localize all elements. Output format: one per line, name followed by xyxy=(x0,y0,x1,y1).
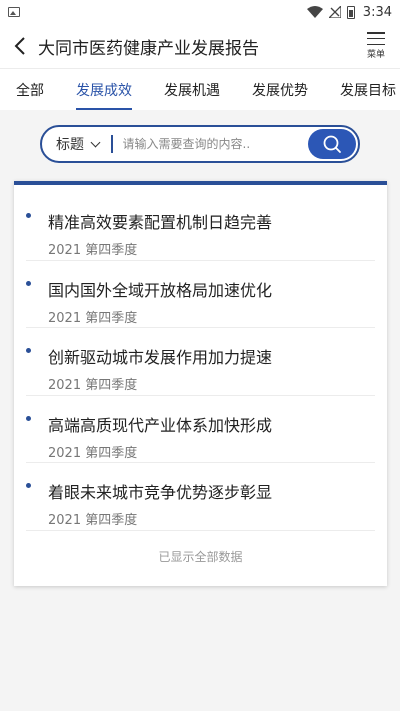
category-tabs: 全部 发展成效 发展机遇 发展优势 发展目标 xyxy=(0,68,400,110)
search-input[interactable] xyxy=(112,136,305,152)
list-item[interactable]: 国内国外全域开放格局加速优化 2021 第四季度 xyxy=(26,261,375,328)
search-icon xyxy=(323,135,341,153)
tab-achievements[interactable]: 发展成效 xyxy=(76,69,132,110)
status-left xyxy=(8,7,20,17)
tab-advantages[interactable]: 发展优势 xyxy=(252,69,308,110)
status-bar: 3:34 xyxy=(0,0,400,24)
menu-button[interactable]: 菜单 xyxy=(356,24,396,68)
tab-goals[interactable]: 发展目标 xyxy=(340,69,396,110)
wifi-icon xyxy=(306,6,323,18)
list-item-date: 2021 第四季度 xyxy=(48,243,138,258)
bullet-dot xyxy=(26,483,31,488)
status-right: 3:34 xyxy=(306,4,392,20)
tab-opportunities[interactable]: 发展机遇 xyxy=(164,69,220,110)
search-button[interactable] xyxy=(308,129,356,159)
search-bar: 标题 xyxy=(40,125,360,163)
search-field-label: 标题 xyxy=(56,137,84,153)
list-item-date: 2021 第四季度 xyxy=(48,310,138,326)
tab-all[interactable]: 全部 xyxy=(16,69,44,110)
status-time: 3:34 xyxy=(362,4,392,20)
chevron-down-icon xyxy=(90,137,101,147)
list-item[interactable]: 高端高质现代产业体系加快形成 2021 第四季度 xyxy=(26,396,375,463)
list-item-date: 2021 第四季度 xyxy=(48,378,138,393)
chevron-left-icon xyxy=(14,37,25,55)
results-card: 精准高效要素配置机制日趋完善 2021 第四季度 国内国外全域开放格局加速优化 … xyxy=(14,181,387,586)
hamburger-icon xyxy=(367,32,385,45)
list-item[interactable]: 创新驱动城市发展作用加力提速 2021 第四季度 xyxy=(26,328,375,396)
search-field-select[interactable]: 标题 xyxy=(42,134,101,154)
list-item-title: 国内国外全域开放格局加速优化 xyxy=(48,280,273,300)
app-header: 大同市医药健康产业发展报告 菜单 xyxy=(0,24,400,68)
all-loaded-note: 已显示全部数据 xyxy=(158,550,243,564)
bullet-dot xyxy=(26,213,31,218)
back-button[interactable] xyxy=(2,24,38,68)
signal-icon xyxy=(328,6,341,18)
menu-label: 菜单 xyxy=(366,50,385,60)
bullet-dot xyxy=(26,280,31,286)
bullet-dot xyxy=(26,415,31,421)
list-item[interactable]: 着眼未来城市竞争优势逐步彰显 2021 第四季度 xyxy=(26,463,375,531)
list-item-title: 高端高质现代产业体系加快形成 xyxy=(48,415,273,435)
bullet-dot xyxy=(26,348,31,353)
list-item-title: 精准高效要素配置机制日趋完善 xyxy=(48,213,273,232)
list-item-title: 创新驱动城市发展作用加力提速 xyxy=(48,348,273,367)
image-notification-icon xyxy=(8,7,20,17)
list-item[interactable]: 精准高效要素配置机制日趋完善 2021 第四季度 xyxy=(26,193,375,261)
page-title: 大同市医药健康产业发展报告 xyxy=(38,38,259,59)
list-item-title: 着眼未来城市竞争优势逐步彰显 xyxy=(48,483,273,502)
list-item-date: 2021 第四季度 xyxy=(48,513,138,528)
battery-icon xyxy=(346,5,355,19)
results-list: 精准高效要素配置机制日趋完善 2021 第四季度 国内国外全域开放格局加速优化 … xyxy=(26,193,375,531)
list-item-date: 2021 第四季度 xyxy=(48,445,138,461)
